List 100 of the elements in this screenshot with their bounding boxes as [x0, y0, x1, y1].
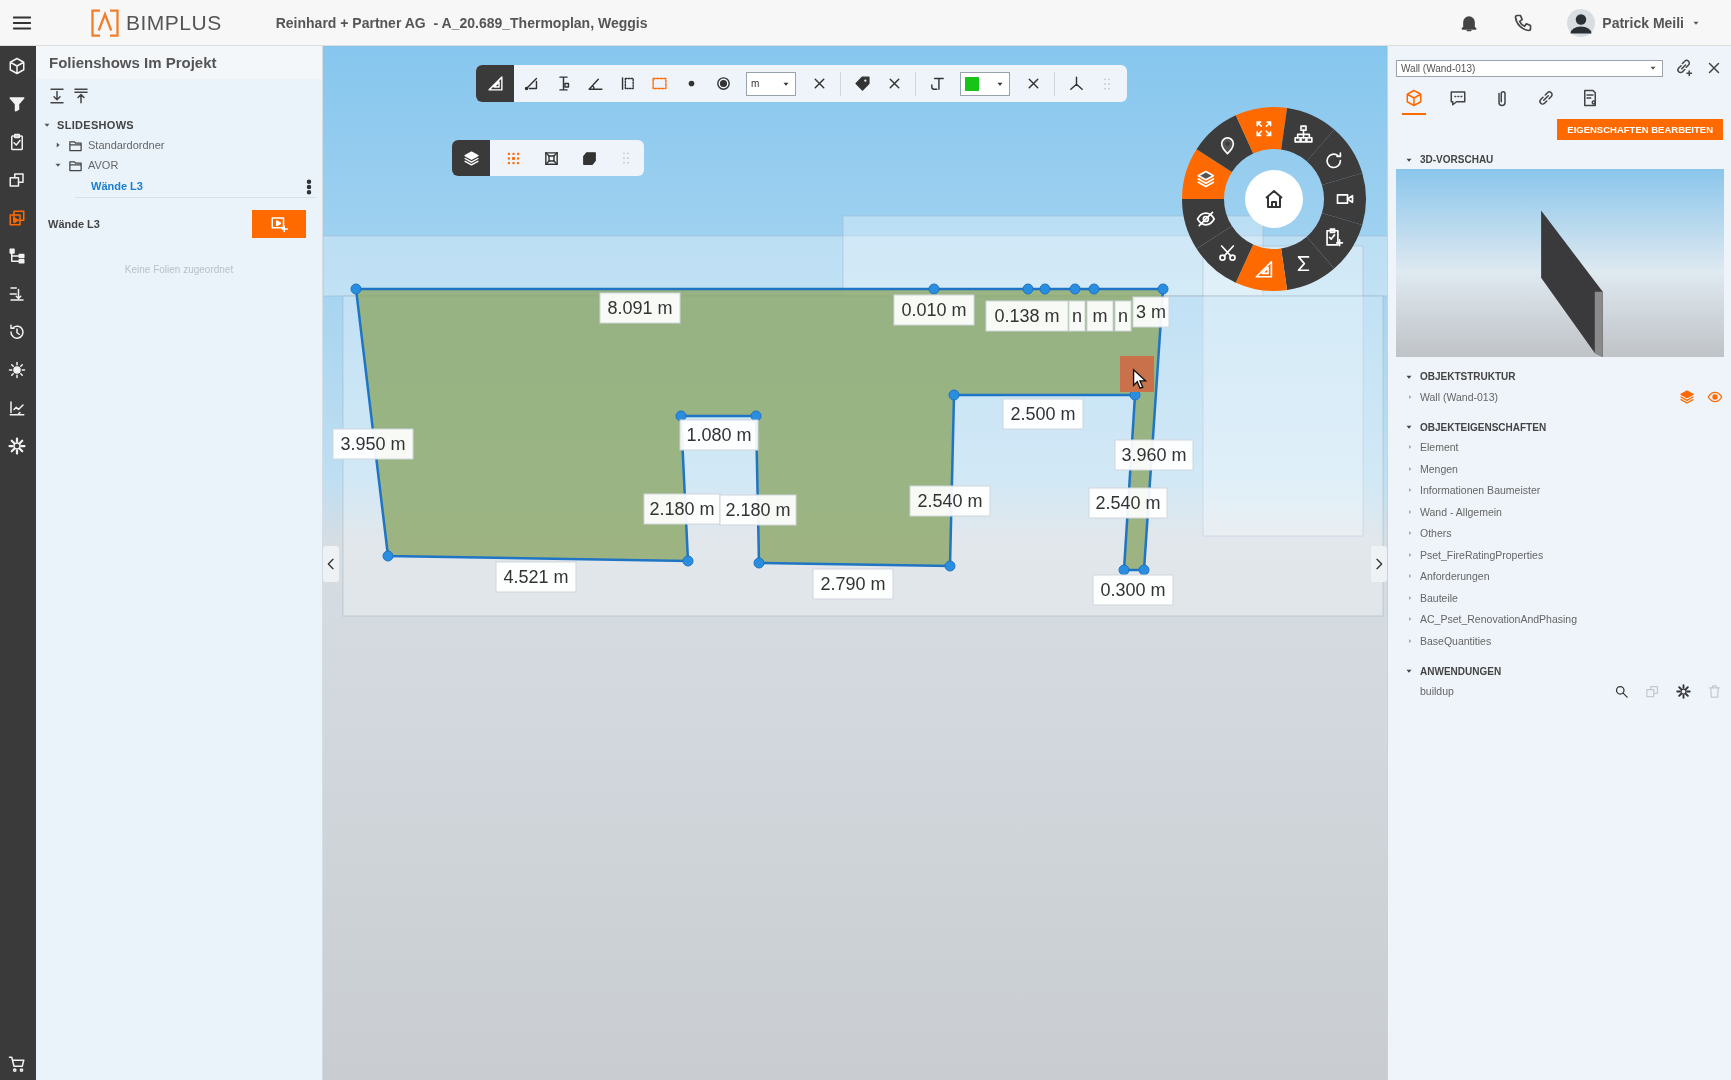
vertex-handle[interactable]: [1069, 283, 1081, 295]
slideshow-icon: [8, 209, 26, 227]
property-group[interactable]: Element: [1396, 436, 1723, 458]
wheel-button[interactable]: [1196, 226, 1254, 283]
color-select[interactable]: [960, 71, 1010, 96]
scissors-icon: [1220, 246, 1235, 261]
measurement-label: m: [1086, 300, 1114, 332]
wire-cube-icon: [542, 149, 560, 167]
clipboard-plus-icon: [1327, 229, 1343, 246]
vertex-handle[interactable]: [1157, 283, 1169, 295]
folder-item[interactable]: Standardordner: [53, 135, 316, 155]
vertex-handle[interactable]: [1088, 283, 1100, 295]
vertex-handle[interactable]: [928, 283, 940, 295]
tree-section[interactable]: SLIDESHOWS: [42, 115, 316, 135]
collapse-all-icon: [72, 87, 90, 105]
chart-check-icon: [8, 399, 26, 417]
property-group[interactable]: Mengen: [1396, 458, 1723, 480]
property-group[interactable]: buildup: [1396, 680, 1723, 702]
wheel-button[interactable]: [1196, 115, 1254, 172]
cart-icon: [8, 1055, 26, 1073]
slideshow-title: Wände L3: [48, 218, 100, 230]
property-group[interactable]: Informationen Baumeister: [1396, 479, 1723, 501]
vertex-handle[interactable]: [753, 557, 765, 569]
edit-properties-button[interactable]: EIGENSCHAFTEN BEARBEITEN: [1557, 119, 1723, 140]
property-label: Wand - Allgemein: [1420, 505, 1502, 518]
rail-button[interactable]: [8, 246, 28, 266]
clipboard-check-icon: [8, 133, 26, 151]
measurement-label: 4.521 m: [495, 561, 577, 593]
measurement-label: 2.790 m: [812, 568, 894, 600]
rail-button[interactable]: [8, 360, 28, 380]
property-group[interactable]: Others: [1396, 522, 1723, 544]
section-header[interactable]: OBJEKTEIGENSCHAFTEN: [1404, 421, 1723, 433]
add-slide-icon: [270, 215, 288, 233]
slideshow-item[interactable]: Wände L3: [75, 175, 316, 198]
property-label: Informationen Baumeister: [1420, 484, 1541, 497]
wheel-button[interactable]: [1182, 199, 1232, 249]
home-icon: [1266, 191, 1282, 207]
measurement-label: 0.010 m: [893, 294, 975, 326]
vertex-handle[interactable]: [682, 555, 694, 567]
expand-all-button[interactable]: [48, 87, 66, 105]
property-group[interactable]: BaseQuantities: [1396, 630, 1723, 652]
section-header[interactable]: ANWENDUNGEN: [1404, 665, 1723, 677]
cube-icon: [8, 57, 26, 75]
property-group[interactable]: Pset_FireRatingProperties: [1396, 544, 1723, 566]
collapse-all-button[interactable]: [72, 87, 90, 105]
caret-right-icon: [1406, 443, 1414, 452]
brand-name: BIMPLUS: [126, 10, 222, 35]
caret-right-icon: [1406, 636, 1414, 645]
filter-icon: [8, 95, 26, 113]
link-icon: [1537, 89, 1555, 107]
vertex-handle[interactable]: [1022, 283, 1034, 295]
section-header[interactable]: OBJEKTSTRUKTUR: [1404, 371, 1723, 382]
vertex-handle[interactable]: [1118, 564, 1130, 576]
project-title: Reinhard + Partner AG - A_20.689_Thermoplan, Weggis: [275, 14, 648, 31]
vertex-handle[interactable]: [350, 283, 362, 295]
vertex-handle[interactable]: [1039, 283, 1051, 295]
property-group[interactable]: AC_Pset_RenovationAndPhasing: [1396, 608, 1723, 630]
section-header[interactable]: 3D-VORSCHAU: [1404, 154, 1723, 165]
measurement-label: 0.138 m: [985, 300, 1069, 332]
wheel-button[interactable]: [1235, 107, 1288, 154]
wheel-button[interactable]: [1306, 129, 1363, 185]
property-group[interactable]: Wall (Wand-013): [1396, 386, 1723, 408]
property-group[interactable]: Bauteile: [1396, 587, 1723, 609]
wheel-button[interactable]: [1235, 244, 1288, 291]
folder-item[interactable]: AVOR: [53, 155, 316, 175]
text-tool-icon: [928, 75, 946, 92]
unit-select[interactable]: m: [746, 71, 796, 96]
panel-title: Folienshows Im Projekt: [49, 54, 217, 71]
object-select[interactable]: Wall (Wand-013): [1396, 59, 1663, 77]
view-mode-button[interactable]: [452, 140, 490, 176]
property-group[interactable]: Wand - Allgemein: [1396, 501, 1723, 523]
wheel-button[interactable]: [1306, 213, 1363, 269]
rail-button[interactable]: [8, 436, 28, 456]
vertex-handle[interactable]: [944, 560, 956, 572]
line-icon: [522, 75, 540, 92]
wheel-button[interactable]: [1321, 173, 1366, 225]
vertex-handle[interactable]: [948, 389, 960, 401]
vertex-handle[interactable]: [1138, 564, 1150, 576]
rail-button[interactable]: [8, 56, 28, 76]
add-slide-button[interactable]: [252, 210, 306, 238]
property-label: Others: [1420, 527, 1452, 540]
tool-button[interactable]: [476, 65, 514, 102]
eye-slash-icon: [1197, 212, 1215, 226]
gear-button[interactable]: [1676, 683, 1692, 700]
property-group[interactable]: Anforderungen: [1396, 565, 1723, 587]
wheel-button[interactable]: [1182, 149, 1232, 199]
link-add-button[interactable]: [1675, 59, 1693, 77]
caret-right-icon: [1406, 464, 1414, 473]
search-button[interactable]: [1614, 683, 1630, 700]
hover-marker: [1120, 356, 1154, 392]
wheel-button[interactable]: [1281, 236, 1335, 291]
previous-button[interactable]: [323, 546, 339, 582]
measurement-label: n: [1068, 300, 1086, 332]
home-button[interactable]: [1245, 170, 1303, 228]
user-menu[interactable]: Patrick Meili: [1567, 8, 1701, 37]
next-button[interactable]: [1371, 546, 1387, 582]
rect-dashed-icon: [650, 75, 668, 92]
wheel-button[interactable]: [1281, 107, 1335, 162]
measurement-label: 8.091 m: [599, 292, 681, 324]
vertex-handle[interactable]: [382, 550, 394, 562]
